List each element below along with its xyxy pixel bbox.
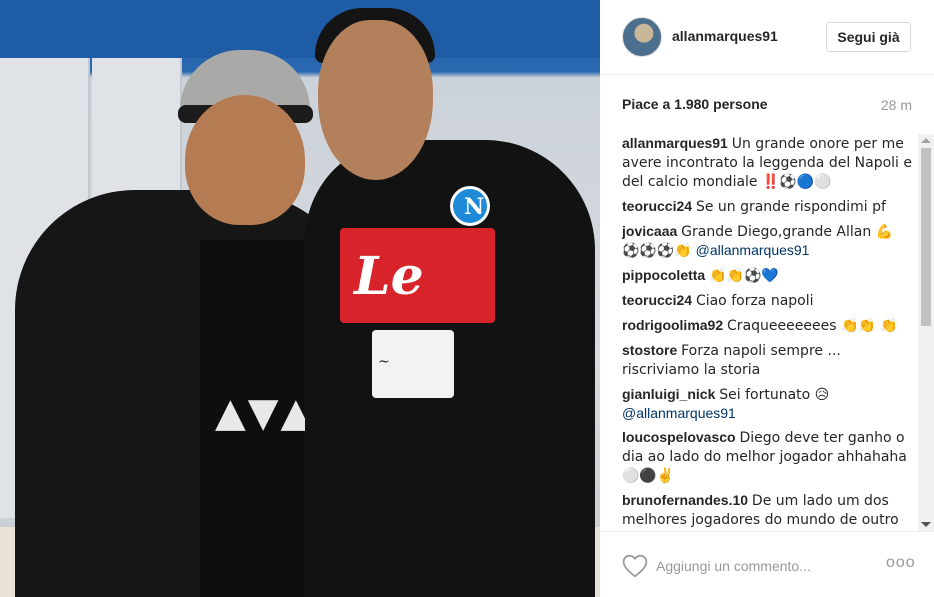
more-options-icon[interactable]: ooo	[886, 554, 915, 578]
post-sidebar: allanmarques91 Segui già Piace a 1.980 p…	[600, 0, 934, 597]
comment-username[interactable]: jovicaaa	[622, 223, 677, 239]
list-item: jovicaaa Grande Diego,grande Allan 💪 ⚽️⚽…	[622, 222, 912, 260]
comment-input[interactable]	[656, 554, 876, 578]
photo-wall	[0, 0, 600, 58]
comment-username[interactable]: teorucci24	[622, 198, 692, 214]
post-photo[interactable]: ▲▼▲ N Le ~	[0, 0, 600, 597]
photo-tshirt-print: ▲▼▲	[215, 390, 314, 436]
comments-scrollbar[interactable]	[918, 134, 934, 531]
list-item: teorucci24 Se un grande rispondimi pf	[622, 197, 912, 216]
post-author-username[interactable]: allanmarques91	[672, 28, 778, 44]
comment-username[interactable]: gianluigi_nick	[622, 386, 715, 402]
list-item: pippocoletta 👏👏⚽️💙	[622, 266, 912, 285]
comment-username[interactable]: allanmarques91	[622, 135, 728, 151]
photo-club-logo: N	[450, 186, 490, 226]
comment-text: Sei fortunato 😥	[719, 387, 830, 403]
list-item: gianluigi_nick Sei fortunato 😥 @allanmar…	[622, 385, 912, 422]
heart-icon[interactable]	[622, 554, 648, 578]
list-item: loucospelovasco Diego deve ter ganho o d…	[622, 428, 912, 485]
list-item: stostore Forza napoli sempre ... riscriv…	[622, 341, 912, 379]
comment-text: Craqueeeeeees 👏👏 👏	[727, 318, 898, 334]
comment-username[interactable]: loucospelovasco	[622, 429, 736, 445]
comment-username[interactable]: teorucci24	[622, 292, 692, 308]
photo-face-right	[318, 20, 433, 180]
scrollbar-thumb[interactable]	[921, 148, 931, 326]
follow-button[interactable]: Segui già	[826, 22, 911, 52]
photo-shirt-sponsor: Le	[340, 228, 495, 323]
comment-mention[interactable]: @allanmarques91	[696, 242, 810, 258]
list-item: rodrigoolima92 Craqueeeeeees 👏👏 👏	[622, 316, 912, 335]
list-item: teorucci24 Ciao forza napoli	[622, 291, 912, 310]
photo-face-left	[185, 95, 305, 225]
scroll-up-arrow-icon[interactable]	[921, 138, 931, 143]
list-item: allanmarques91 Un grande onore per me av…	[622, 134, 912, 191]
comment-text: 👏👏⚽️💙	[709, 268, 779, 284]
avatar[interactable]	[622, 17, 662, 57]
comment-text: Se un grande rispondimi pf	[695, 199, 886, 215]
comment-username[interactable]: rodrigoolima92	[622, 317, 723, 333]
list-item: brunofernandes.10 De um lado um dos melh…	[622, 491, 912, 529]
comments-list: allanmarques91 Un grande onore per me av…	[622, 134, 912, 529]
post-footer: ooo	[600, 531, 934, 597]
comment-username[interactable]: stostore	[622, 342, 677, 358]
comment-text: Ciao forza napoli	[695, 293, 814, 309]
comment-username[interactable]: pippocoletta	[622, 267, 705, 283]
comment-mention[interactable]: @allanmarques91	[622, 405, 736, 421]
likes-count[interactable]: Piace a 1.980 persone	[622, 96, 768, 112]
post-header: allanmarques91 Segui già	[600, 0, 934, 75]
photo-shirt-sponsor-secondary: ~	[372, 330, 454, 398]
post-timestamp[interactable]: 28 m	[881, 97, 912, 113]
scroll-down-arrow-icon[interactable]	[921, 522, 931, 527]
comment-username[interactable]: brunofernandes.10	[622, 492, 748, 508]
